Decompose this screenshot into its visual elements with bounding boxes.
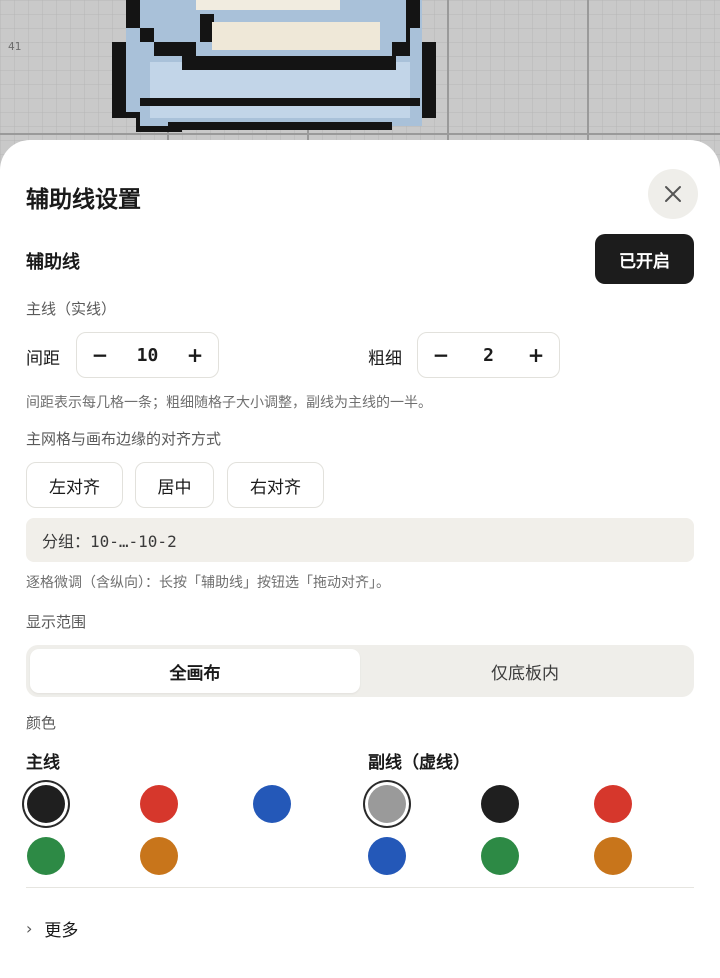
thickness-decrement-button[interactable]: − (430, 343, 452, 367)
sub-color-swatch-green[interactable] (481, 837, 519, 875)
close-icon (665, 186, 681, 202)
align-section-label: 主网格与画布边缘的对齐方式 (26, 430, 222, 448)
spacing-increment-button[interactable]: + (184, 343, 206, 367)
more-label: 更多 (44, 921, 79, 941)
main-line-section-label: 主线（实线） (26, 300, 117, 318)
spacing-value: 10 (136, 344, 159, 366)
main-color-swatch-green[interactable] (27, 837, 65, 875)
thickness-value: 2 (483, 344, 494, 366)
main-color-swatch-black[interactable] (27, 785, 65, 823)
align-right-button[interactable]: 右对齐 (227, 462, 324, 508)
pixel-art (0, 0, 720, 160)
align-center-button[interactable]: 居中 (135, 462, 214, 508)
guides-toggle-button[interactable]: 已开启 (595, 234, 694, 284)
range-segmented-control: 全画布 仅底板内 (26, 645, 694, 697)
sub-line-colors-label: 副线（虚线） (368, 753, 470, 773)
spacing-decrement-button[interactable]: − (89, 343, 111, 367)
close-button[interactable] (648, 169, 698, 219)
guides-settings-sheet: 辅助线设置 辅助线 已开启 主线（实线） 间距 − 10 + 粗细 − 2 + … (0, 140, 720, 978)
range-baseplate-only-tab[interactable]: 仅底板内 (360, 649, 690, 693)
sub-color-swatch-gray[interactable] (368, 785, 406, 823)
spacing-hint: 间距表示每几格一条；粗细随格子大小调整，副线为主线的一半。 (26, 395, 432, 411)
sub-color-swatch-orange[interactable] (594, 837, 632, 875)
thickness-increment-button[interactable]: + (525, 343, 547, 367)
divider (26, 887, 694, 888)
sub-color-swatch-red[interactable] (594, 785, 632, 823)
spacing-label: 间距 (26, 349, 60, 369)
thickness-stepper: − 2 + (417, 332, 560, 378)
more-expander[interactable]: › 更多 (26, 916, 78, 941)
main-color-swatch-red[interactable] (140, 785, 178, 823)
main-color-swatch-orange[interactable] (140, 837, 178, 875)
main-line-colors-label: 主线 (26, 753, 60, 773)
guides-label: 辅助线 (26, 252, 80, 273)
pixel-canvas[interactable]: 41 (0, 0, 720, 160)
thickness-label: 粗细 (368, 349, 402, 369)
grouping-readout: 分组：10-…-10-2 (26, 518, 694, 562)
align-left-button[interactable]: 左对齐 (26, 462, 123, 508)
spacing-stepper: − 10 + (76, 332, 219, 378)
chevron-right-icon: › (26, 919, 33, 938)
range-section-label: 显示范围 (26, 613, 87, 631)
sub-color-swatch-black[interactable] (481, 785, 519, 823)
sheet-title: 辅助线设置 (26, 187, 141, 213)
range-full-canvas-tab[interactable]: 全画布 (30, 649, 360, 693)
color-section-label: 颜色 (26, 714, 57, 732)
fine-tune-hint: 逐格微调（含纵向）：长按「辅助线」按钮选「拖动对齐」。 (26, 575, 390, 591)
row-number-label: 41 (8, 40, 22, 53)
sub-color-swatch-blue[interactable] (368, 837, 406, 875)
main-color-swatch-blue[interactable] (253, 785, 291, 823)
